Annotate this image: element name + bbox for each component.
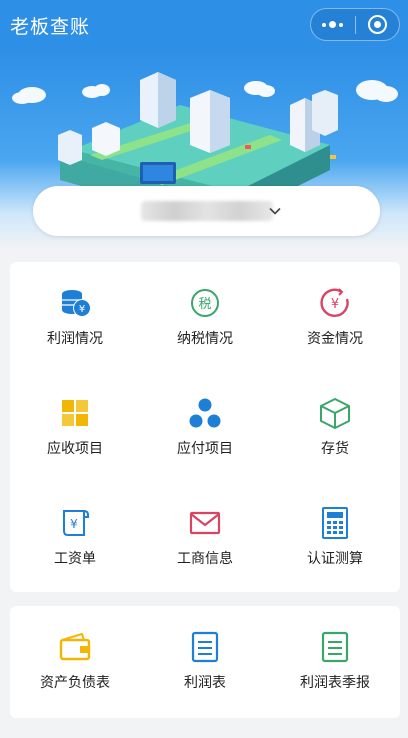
menu-item-profit[interactable]: ¥ 利润情况 (10, 262, 140, 372)
menu-item-payroll[interactable]: ¥ 工资单 (10, 482, 140, 592)
menu-item-label: 认证测算 (307, 551, 363, 567)
report-list-icon (188, 630, 222, 664)
menu-item-label: 工商信息 (177, 551, 233, 567)
menu-item-funds[interactable]: ¥ 资金情况 (270, 262, 400, 372)
menu-item-label: 工资单 (54, 551, 96, 567)
menu-item-label: 资金情况 (307, 331, 363, 347)
yen-circle-icon: ¥ (318, 286, 352, 320)
reports-card: 资产负债表 利润表 利润表季报 (10, 606, 400, 718)
main-menu-card: ¥ 利润情况 税 纳税情况 ¥ 资金情况 应收项目 应付项目 存货 ¥ 工资单 … (10, 262, 400, 592)
svg-text:¥: ¥ (331, 297, 339, 312)
report-label: 利润表 (184, 675, 226, 691)
report-income-statement[interactable]: 利润表 (140, 606, 270, 716)
report-balance-sheet[interactable]: 资产负债表 (10, 606, 140, 716)
menu-item-tax[interactable]: 税 纳税情况 (140, 262, 270, 372)
grid-blocks-icon (58, 396, 92, 430)
svg-text:¥: ¥ (79, 304, 85, 315)
more-button[interactable] (311, 9, 355, 40)
menu-item-business-info[interactable]: 工商信息 (140, 482, 270, 592)
top-bar: 老板查账 (0, 0, 408, 50)
menu-item-receivables[interactable]: 应收项目 (10, 372, 140, 482)
scroll-yen-icon: ¥ (58, 506, 92, 540)
menu-item-inventory[interactable]: 存货 (270, 372, 400, 482)
app-title: 老板查账 (10, 15, 91, 38)
box-icon (318, 396, 352, 430)
wallet-icon (58, 630, 92, 664)
menu-item-label: 利润情况 (47, 331, 103, 347)
menu-item-label: 纳税情况 (177, 331, 233, 347)
org-chart-icon (188, 396, 222, 430)
close-mini-program-button[interactable] (355, 9, 399, 40)
calculator-icon (318, 506, 352, 540)
report-income-quarterly[interactable]: 利润表季报 (270, 606, 400, 716)
svg-text:¥: ¥ (70, 517, 78, 531)
company-selector[interactable] (33, 186, 380, 236)
report-list-icon (318, 630, 352, 664)
envelope-icon (188, 506, 222, 540)
report-label: 利润表季报 (300, 675, 370, 691)
menu-item-label: 应收项目 (47, 441, 103, 457)
tax-icon: 税 (188, 286, 222, 320)
report-label: 资产负债表 (40, 675, 110, 691)
menu-item-payables[interactable]: 应付项目 (140, 372, 270, 482)
coins-yen-icon: ¥ (58, 286, 92, 320)
menu-item-label: 存货 (321, 441, 349, 457)
menu-item-certification-calc[interactable]: 认证测算 (270, 482, 400, 592)
chevron-down-icon (269, 207, 281, 215)
mini-program-capsule (310, 8, 400, 41)
close-target-icon (367, 15, 387, 34)
svg-text:税: 税 (198, 297, 211, 312)
menu-item-label: 应付项目 (177, 441, 233, 457)
more-dots-icon (322, 21, 344, 28)
company-name-redacted (140, 201, 273, 221)
